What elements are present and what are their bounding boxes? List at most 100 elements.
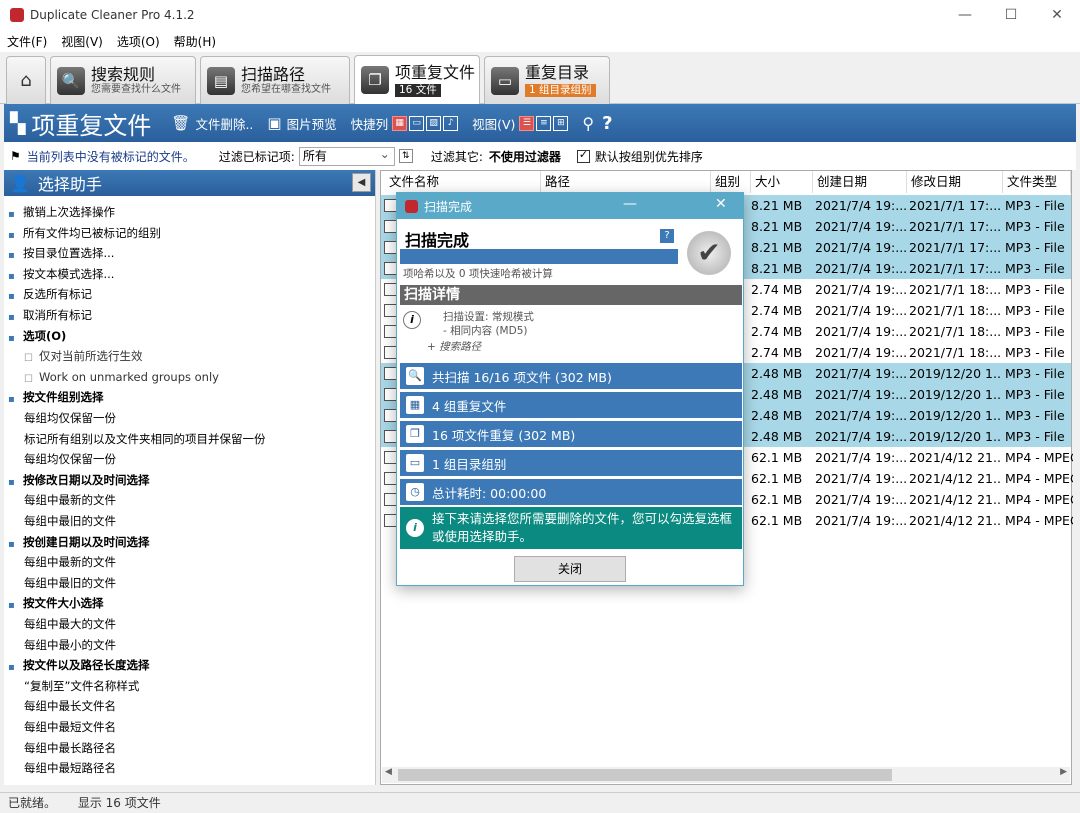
- grid-columns-icon[interactable]: ▦: [392, 115, 408, 131]
- maximize-button[interactable]: ☐: [988, 0, 1034, 30]
- assistant-item-label: 按文本模式选择...: [23, 266, 115, 281]
- minimize-button[interactable]: —: [942, 0, 988, 30]
- filter-marked-select[interactable]: 所有: [298, 146, 395, 166]
- help-icon[interactable]: ?: [602, 113, 612, 134]
- image-preview-button[interactable]: ▣ 图片预览: [267, 114, 336, 133]
- dialog-minimize-button[interactable]: —: [623, 196, 637, 212]
- assistant-item-label: 按文件以及路径长度选择: [23, 658, 150, 673]
- column-header[interactable]: 大小: [751, 171, 813, 193]
- list-view-icon[interactable]: ≡: [536, 115, 552, 131]
- details-view-icon[interactable]: ☰: [519, 115, 535, 131]
- assistant-item[interactable]: 每组中最长文件名: [24, 696, 116, 716]
- assistant-item[interactable]: 每组中最短文件名: [24, 717, 116, 737]
- scroll-right-icon[interactable]: ▶: [1060, 767, 1067, 777]
- assistant-item[interactable]: ☐ Work on unmarked groups only: [24, 367, 219, 387]
- assistant-item[interactable]: 每组中最大的文件: [24, 614, 116, 634]
- tab-duplicate-folders[interactable]: ▭ 重复目录 1 组目录组别: [484, 56, 610, 104]
- menu-help[interactable]: 帮助(H): [167, 33, 223, 50]
- assistant-item[interactable]: 每组中最长路径名: [24, 738, 116, 758]
- tab-title: 搜索规则: [91, 64, 156, 84]
- column-header[interactable]: 文件名称: [385, 171, 541, 193]
- tiles-view-icon[interactable]: ⊞: [553, 115, 569, 131]
- group-sort-checkbox[interactable]: [576, 148, 590, 163]
- assistant-item: ▪ 按文件大小选择: [8, 593, 104, 613]
- music-columns-icon[interactable]: ♪: [443, 115, 459, 131]
- cell-type: MP3 - File: [1005, 387, 1065, 402]
- delete-files-button[interactable]: 🗑 文件删除..: [171, 114, 253, 133]
- search-paths-expander[interactable]: + 搜索路径: [427, 339, 481, 354]
- cell-size: 62.1 MB: [751, 450, 803, 465]
- assistant-item[interactable]: 每组中最短路径名: [24, 758, 116, 778]
- column-header[interactable]: 组别: [711, 171, 751, 193]
- column-header[interactable]: 文件类型: [1003, 171, 1071, 193]
- menu-file[interactable]: 文件(F): [0, 33, 54, 50]
- menu-view[interactable]: 视图(V): [54, 33, 110, 50]
- tab-title: 重复目录: [525, 63, 590, 82]
- cell-modified: 2019/12/20 1...: [909, 387, 1001, 402]
- assistant-item[interactable]: 每组中最新的文件: [24, 552, 116, 572]
- column-header[interactable]: 路径: [541, 171, 711, 193]
- view-menu-button[interactable]: 视图(V): [472, 114, 515, 133]
- filter-other-value[interactable]: 不使用过滤器: [489, 148, 561, 165]
- results-toolbar: ▚ 项重复文件 🗑 文件删除.. ▣ 图片预览 快捷列 ▦ ▭ ▨ ♪ 视图(V) …: [4, 104, 1076, 142]
- assistant-item[interactable]: 每组中最旧的文件: [24, 511, 116, 531]
- assistant-item-label: 所有文件均已被标记的组别: [23, 225, 161, 240]
- assistant-item[interactable]: 每组均仅保留一份: [24, 408, 116, 428]
- assistant-item[interactable]: ▪ 按目录位置选择...: [8, 243, 114, 263]
- tab-duplicate-files[interactable]: ❐ 项重复文件 16 文件: [354, 55, 480, 104]
- collapse-pane-button[interactable]: ◀: [352, 173, 371, 192]
- assistant-item[interactable]: 标记所有组别以及文件夹相同的项目并保留一份: [24, 429, 266, 449]
- assistant-item[interactable]: ▪ 撤销上次选择操作: [8, 202, 115, 222]
- app-icon: [10, 8, 24, 22]
- main-tabs: ⌂ 🔍 搜索规则 您需要查找什么文件 ▤ 扫描路径 您希望在哪查找文件 ❐ 项重复文…: [0, 52, 1080, 104]
- assistant-item[interactable]: 每组均仅保留一份: [24, 449, 116, 469]
- assistant-item[interactable]: ▪ 取消所有标记: [8, 305, 92, 325]
- assistant-item-label: 撤销上次选择操作: [23, 205, 115, 219]
- assistant-item[interactable]: 每组中最旧的文件: [24, 573, 116, 593]
- cell-type: MP3 - File: [1005, 219, 1065, 234]
- cell-type: MP3 - File: [1005, 366, 1065, 381]
- swap-icon[interactable]: ⇅: [398, 149, 413, 163]
- cell-size: 2.48 MB: [751, 366, 803, 381]
- scroll-left-icon[interactable]: ◀: [385, 767, 392, 777]
- progress-bar: [400, 249, 678, 264]
- assistant-item[interactable]: ☐ 仅对当前所选行生效: [24, 346, 143, 366]
- assistant-item-label: 标记所有组别以及文件夹相同的项目并保留一份: [24, 431, 266, 446]
- cell-modified: 2021/7/1 17:...: [909, 261, 1001, 276]
- cell-type: MP4 - MPEG: [1005, 513, 1073, 528]
- dialog-close-button[interactable]: ✕: [715, 196, 727, 212]
- cell-created: 2021/7/4 19:...: [815, 366, 907, 381]
- window-columns-icon[interactable]: ▭: [409, 115, 425, 131]
- assistant-item-label: 每组均仅保留一份: [24, 411, 116, 425]
- assistant-item: ▪ 按文件以及路径长度选择: [8, 655, 150, 675]
- tab-scan-paths[interactable]: ▤ 扫描路径 您希望在哪查找文件: [200, 56, 350, 104]
- column-header[interactable]: 修改日期: [907, 171, 1003, 193]
- picture-columns-icon[interactable]: ▨: [426, 115, 442, 131]
- assistant-item[interactable]: 每组中最小的文件: [24, 635, 116, 655]
- assistant-item[interactable]: “复制至”文件名称样式: [24, 676, 139, 696]
- cell-modified: 2019/12/20 1...: [909, 429, 1001, 444]
- help-icon[interactable]: ?: [660, 229, 674, 243]
- scroll-thumb[interactable]: [398, 769, 892, 781]
- tab-search-rules[interactable]: 🔍 搜索规则 您需要查找什么文件: [50, 56, 196, 104]
- assistant-item[interactable]: ▪ 反选所有标记: [8, 284, 92, 304]
- title-bar: Duplicate Cleaner Pro 4.1.2 — ☐ ✕: [0, 0, 1080, 30]
- cell-type: MP3 - File: [1005, 324, 1065, 339]
- selection-assistant: 👤 选择助手 ◀ ▪ 撤销上次选择操作 ▪ 所有文件均已被标记的组别 ▪ 按目录位置选择.…: [4, 170, 376, 785]
- horizontal-scrollbar[interactable]: ◀ ▶: [382, 767, 1070, 783]
- search-icon[interactable]: ⚲: [582, 114, 594, 133]
- cell-modified: 2021/7/1 18:...: [909, 345, 1001, 360]
- cell-modified: 2021/7/1 18:...: [909, 303, 1001, 318]
- cell-created: 2021/7/4 19:...: [815, 198, 907, 213]
- tab-home[interactable]: ⌂: [6, 56, 46, 104]
- action-icon: ▪: [8, 270, 15, 282]
- summary-text: 总计耗时: 00:00:00: [432, 485, 547, 501]
- dialog-close-action-button[interactable]: 关闭: [514, 556, 626, 582]
- menu-options[interactable]: 选项(O): [110, 33, 167, 50]
- assistant-item[interactable]: 每组中最新的文件: [24, 490, 116, 510]
- close-window-button[interactable]: ✕: [1034, 0, 1080, 30]
- assistant-item[interactable]: ▪ 按文本模式选择...: [8, 264, 114, 284]
- assistant-item[interactable]: ▪ 所有文件均已被标记的组别: [8, 223, 161, 243]
- column-header[interactable]: 创建日期: [813, 171, 907, 193]
- assistant-item-label: 按目录位置选择...: [23, 246, 115, 261]
